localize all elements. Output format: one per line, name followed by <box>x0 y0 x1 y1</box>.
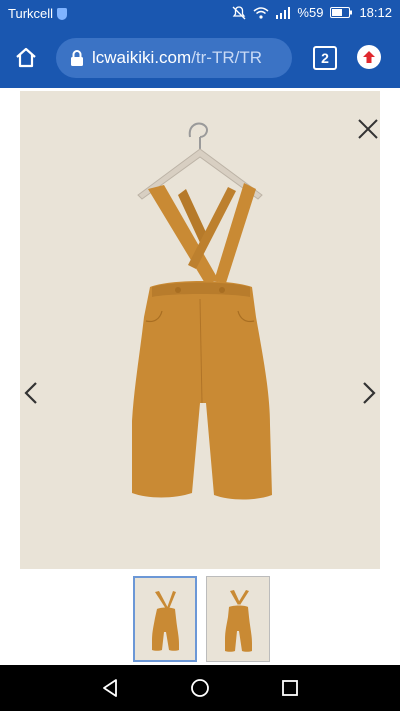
address-bar[interactable]: lcwaikiki.com/tr-TR/TR <box>56 38 292 78</box>
url-path: /tr-TR/TR <box>191 48 263 67</box>
url-text: lcwaikiki.com/tr-TR/TR <box>92 48 262 68</box>
status-bar: Turkcell %59 18:12 <box>0 0 400 28</box>
thumbnail-1[interactable] <box>133 576 197 662</box>
back-icon <box>103 679 117 697</box>
update-icon <box>363 51 375 63</box>
battery-level: %59 <box>297 5 324 20</box>
chevron-right-icon <box>363 382 376 404</box>
thumbnail-image-front <box>152 591 179 651</box>
close-button[interactable] <box>357 118 379 140</box>
signal-icon <box>276 6 291 19</box>
thumbnail-2[interactable] <box>206 576 270 662</box>
close-icon <box>358 119 378 139</box>
battery-icon <box>330 7 353 18</box>
previous-image-button[interactable] <box>22 381 40 405</box>
recents-button[interactable] <box>278 676 302 700</box>
tab-count: 2 <box>321 50 329 66</box>
carrier: Turkcell <box>8 6 68 21</box>
thumbnail-image-back <box>225 590 252 652</box>
next-image-button[interactable] <box>360 381 378 405</box>
home-nav-button[interactable] <box>188 676 212 700</box>
clock: 18:12 <box>359 5 392 20</box>
chevron-left-icon <box>24 382 37 404</box>
shield-icon <box>57 7 68 20</box>
home-circle-icon <box>191 679 209 697</box>
mute-icon <box>232 5 246 19</box>
lock-icon <box>68 49 86 67</box>
carrier-name: Turkcell <box>8 6 54 21</box>
system-navigation-bar <box>0 665 400 711</box>
home-button[interactable] <box>10 42 42 74</box>
product-image[interactable] <box>20 91 380 569</box>
tab-switcher-button[interactable]: 2 <box>313 46 337 70</box>
wifi-icon <box>253 6 269 19</box>
browser-toolbar: lcwaikiki.com/tr-TR/TR 2 <box>0 28 400 88</box>
recents-icon <box>282 680 298 696</box>
back-button[interactable] <box>98 676 122 700</box>
update-button[interactable] <box>357 45 381 69</box>
home-icon <box>16 47 36 68</box>
status-icons: %59 18:12 <box>232 5 392 20</box>
url-host: lcwaikiki.com <box>92 48 192 67</box>
product-photo <box>132 122 272 500</box>
